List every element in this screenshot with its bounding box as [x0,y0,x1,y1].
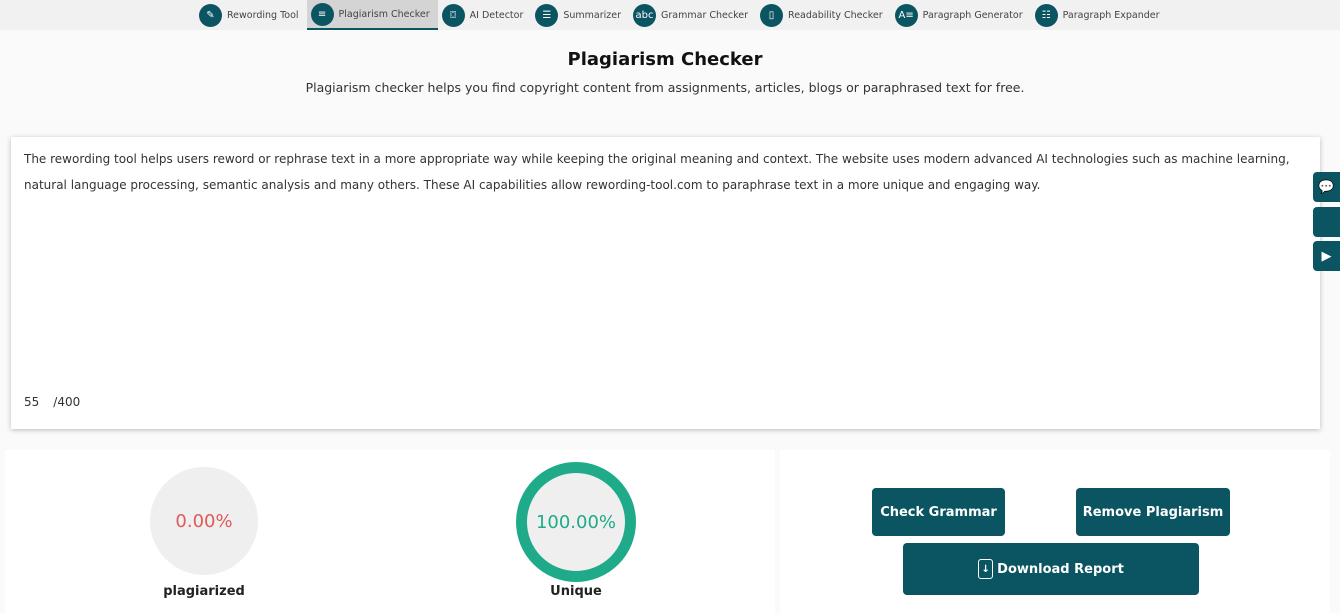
plagiarized-label: plagiarized [163,584,245,599]
nav-item-paragraph-expander[interactable]: ☷ Paragraph Expander [1031,0,1168,30]
top-nav: ✎ Rewording Tool ≡ Plagiarism Checker ⌼ AI De… [0,0,1340,30]
nav-item-paragraph-generator[interactable]: A≡ Paragraph Generator [891,0,1031,30]
apple-store-button[interactable] [1313,207,1340,237]
nav-item-label: Grammar Checker [661,9,749,21]
results-panel: 0.00% plagiarized 100.00% Unique [5,450,775,613]
nav-item-label: Plagiarism Checker [338,8,430,20]
abc-icon: abc [633,3,657,27]
plagiarized-circle: 0.00% [150,467,258,575]
unique-circle: 100.00% [516,462,636,582]
nav-item-label: AI Detector [469,9,524,21]
page-title: Plagiarism Checker [567,49,763,70]
download-report-button[interactable]: ↓ Download Report [903,543,1199,595]
nav-item-label: Paragraph Generator [922,9,1023,21]
download-icon: ↓ [978,559,994,579]
remove-plagiarism-button[interactable]: Remove Plagiarism [1076,488,1230,536]
list-expand-icon: ☷ [1034,3,1058,27]
nav-item-ai-detector[interactable]: ⌼ AI Detector [438,0,532,30]
nav-item-plagiarism-checker[interactable]: ≡ Plagiarism Checker [306,0,438,30]
nav-item-summarizer[interactable]: ☰ Summarizer [531,0,629,30]
check-grammar-button[interactable]: Check Grammar [872,488,1005,536]
nav-item-label: Paragraph Expander [1062,9,1160,21]
nav-item-grammar-checker[interactable]: abc Grammar Checker [629,0,756,30]
play-store-button[interactable]: ▶ [1313,241,1340,271]
document-edit-icon: ✎ [199,3,222,27]
chat-icon: 💬 [1318,179,1335,195]
download-report-label: Download Report [997,561,1124,577]
input-text[interactable]: The rewording tool helps users reword or… [24,146,1294,198]
nav-item-label: Readability Checker [788,9,883,21]
word-counter: 55/400 [24,395,94,409]
plagiarized-value: 0.00% [175,510,233,532]
summary-icon: ☰ [535,3,559,27]
word-count: 55 [24,395,40,409]
nav-item-readability-checker[interactable]: ▯ Readability Checker [756,0,891,30]
word-limit: /400 [53,395,81,409]
nav-item-label: Summarizer [563,9,622,21]
play-store-icon: ▶ [1321,248,1332,264]
nav-item-label: Rewording Tool [227,9,299,21]
ai-scan-icon: ⌼ [441,3,465,27]
unique-value: 100.00% [535,511,617,533]
text-input-area[interactable]: The rewording tool helps users reword or… [11,137,1320,429]
text-generate-icon: A≡ [894,3,918,27]
page-subtitle: Plagiarism checker helps you find copyri… [305,80,1025,95]
unique-label: Unique [550,584,602,599]
book-icon: ▯ [760,3,784,27]
chat-button[interactable]: 💬 [1313,172,1340,202]
text-search-icon: ≡ [310,2,334,26]
nav-item-rewording-tool[interactable]: ✎ Rewording Tool [195,0,307,30]
